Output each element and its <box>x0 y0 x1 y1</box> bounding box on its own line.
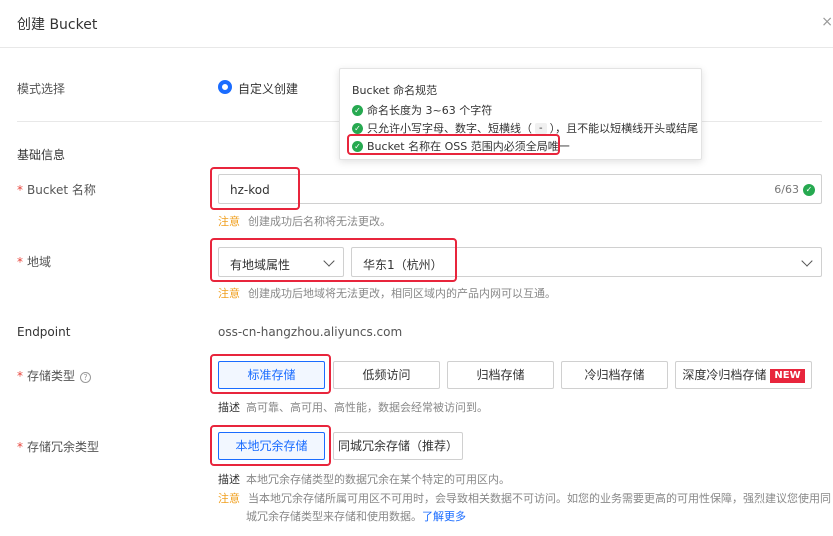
section-title-basic: 基础信息 <box>17 148 66 162</box>
check-icon: ✓ <box>352 104 363 116</box>
dialog-title: 创建 Bucket <box>17 17 98 33</box>
storage-class-ia[interactable]: 低频访问 <box>333 361 440 389</box>
storage-class-standard[interactable]: 标准存储 <box>218 361 325 389</box>
chevron-down-icon <box>323 255 335 267</box>
close-icon[interactable]: × <box>821 14 833 30</box>
region-label: * 地域 <box>17 255 52 269</box>
bucket-name-input[interactable]: hz-kod 6/63 ✓ <box>218 174 822 204</box>
help-icon[interactable]: ? <box>80 372 92 383</box>
mode-label: 模式选择 <box>17 82 66 96</box>
storage-class-desc: 描述 高可靠、高可用、高性能，数据会经常被访问到。 <box>218 401 488 414</box>
bucket-name-value[interactable]: hz-kod <box>230 183 270 197</box>
redundancy-desc: 描述 本地冗余存储类型的数据冗余在某个特定的可用区内。 <box>218 473 510 486</box>
new-badge: NEW <box>770 369 805 383</box>
endpoint-value: oss-cn-hangzhou.aliyuncs.com <box>218 325 403 339</box>
redundancy-warning-line1: 注意 当本地冗余存储所属可用区不可用时，会导致相关数据不可访问。如您的业务需要更高… <box>218 492 831 505</box>
storage-class-deep-cold-archive[interactable]: 深度冷归档存储 NEW <box>675 361 812 389</box>
dialog-header: 创建 Bucket × <box>0 0 833 48</box>
custom-create-radio[interactable] <box>218 80 232 94</box>
bucket-name-label: * Bucket 名称 <box>17 183 96 197</box>
check-icon: ✓ <box>352 140 363 152</box>
naming-rules-tooltip: Bucket 命名规范 ✓ 命名长度为 3~63 个字符 ✓ 只允许小写字母、数字、… <box>339 68 702 160</box>
storage-class-archive[interactable]: 归档存储 <box>447 361 554 389</box>
custom-create-label[interactable]: 自定义创建 <box>238 80 298 97</box>
bucket-name-hint: 注意 创建成功后名称将无法更改。 <box>218 215 391 228</box>
redundancy-label: * 存储冗余类型 <box>17 440 100 454</box>
redundancy-warning-line2: 城冗余存储类型来存储和使用数据。了解更多 <box>246 510 466 523</box>
region-hint: 注意 创建成功后地域将无法更改，相同区域内的产品内网可以互通。 <box>218 287 556 300</box>
endpoint-label: Endpoint <box>17 325 71 339</box>
rule-unique: ✓ Bucket 名称在 OSS 范围内必须全局唯一 <box>352 138 570 154</box>
region-select[interactable]: 华东1（杭州） <box>351 247 822 277</box>
chevron-down-icon <box>801 255 813 267</box>
check-icon: ✓ <box>803 184 815 196</box>
storage-class-label: * 存储类型? <box>17 367 92 384</box>
check-icon: ✓ <box>352 122 363 134</box>
redundancy-lrs[interactable]: 本地冗余存储 <box>218 432 325 460</box>
learn-more-link[interactable]: 了解更多 <box>422 510 466 523</box>
redundancy-zrs[interactable]: 同城冗余存储（推荐） <box>333 432 463 460</box>
storage-class-cold-archive[interactable]: 冷归档存储 <box>561 361 668 389</box>
region-attribute-select[interactable]: 有地域属性 <box>218 247 344 277</box>
tooltip-title: Bucket 命名规范 <box>352 84 438 97</box>
rule-characters: ✓ 只允许小写字母、数字、短横线（ - ），且不能以短横线开头或结尾 <box>352 120 698 136</box>
rule-length: ✓ 命名长度为 3~63 个字符 <box>352 102 492 118</box>
char-count: 6/63 <box>774 183 799 196</box>
